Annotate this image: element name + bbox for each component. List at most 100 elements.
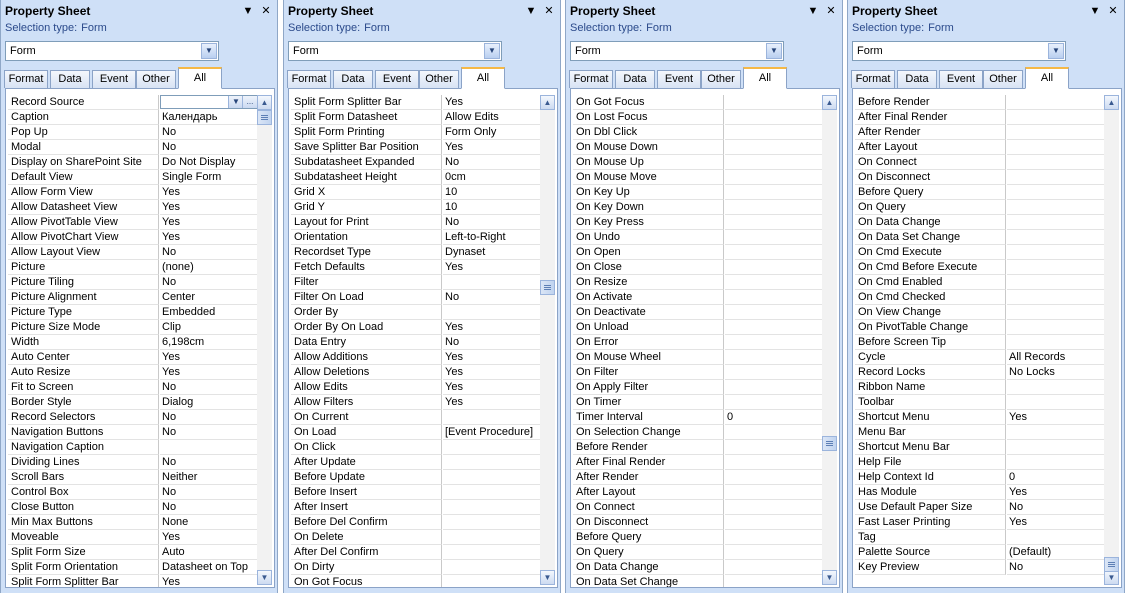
tab-data[interactable]: Data bbox=[333, 70, 373, 88]
property-row[interactable]: Allow PivotChart View Yes bbox=[8, 230, 258, 245]
close-icon[interactable]: ✕ bbox=[542, 4, 556, 18]
property-value[interactable] bbox=[1007, 110, 1105, 125]
property-value[interactable] bbox=[725, 110, 823, 125]
property-row[interactable]: Picture Type Embedded bbox=[8, 305, 258, 320]
object-selector-combo[interactable]: Form ▼ bbox=[5, 41, 219, 61]
vertical-scrollbar[interactable]: ▲ ▼ bbox=[822, 95, 837, 585]
property-value[interactable] bbox=[443, 500, 541, 515]
property-value[interactable] bbox=[1007, 455, 1105, 470]
property-value[interactable]: No bbox=[160, 485, 258, 500]
property-value[interactable]: Yes bbox=[443, 350, 541, 365]
property-row[interactable]: Default View Single Form bbox=[8, 170, 258, 185]
property-value[interactable] bbox=[725, 170, 823, 185]
property-row[interactable]: Allow Deletions Yes bbox=[291, 365, 541, 380]
property-row[interactable]: Modal No bbox=[8, 140, 258, 155]
property-value[interactable] bbox=[1007, 230, 1105, 245]
property-value[interactable] bbox=[160, 440, 258, 455]
property-value[interactable] bbox=[725, 515, 823, 530]
property-row[interactable]: Order By On Load Yes bbox=[291, 320, 541, 335]
property-value[interactable] bbox=[443, 440, 541, 455]
property-row[interactable]: Border Style Dialog bbox=[8, 395, 258, 410]
property-value[interactable]: Datasheet on Top bbox=[160, 560, 258, 575]
property-value[interactable]: Yes bbox=[1007, 410, 1105, 425]
property-value[interactable] bbox=[725, 320, 823, 335]
property-row[interactable]: Record Source ▼... bbox=[8, 95, 258, 110]
scroll-up-icon[interactable]: ▲ bbox=[1104, 95, 1119, 110]
property-value[interactable]: Auto bbox=[160, 545, 258, 560]
property-value[interactable] bbox=[725, 500, 823, 515]
property-row[interactable]: Fit to Screen No bbox=[8, 380, 258, 395]
property-value[interactable] bbox=[443, 470, 541, 485]
property-value[interactable] bbox=[725, 125, 823, 140]
property-value[interactable]: Yes bbox=[1007, 485, 1105, 500]
property-value[interactable]: Single Form bbox=[160, 170, 258, 185]
property-row[interactable]: Allow Layout View No bbox=[8, 245, 258, 260]
property-value[interactable] bbox=[725, 230, 823, 245]
property-row[interactable]: On Mouse Wheel bbox=[573, 350, 823, 365]
property-value[interactable] bbox=[725, 290, 823, 305]
property-value[interactable]: 10 bbox=[443, 185, 541, 200]
scroll-thumb[interactable] bbox=[1104, 557, 1119, 572]
scroll-down-icon[interactable]: ▼ bbox=[822, 570, 837, 585]
scroll-up-icon[interactable]: ▲ bbox=[540, 95, 555, 110]
property-row[interactable]: Picture Size Mode Clip bbox=[8, 320, 258, 335]
vertical-scrollbar[interactable]: ▲ ▼ bbox=[257, 95, 272, 585]
property-row[interactable]: Split Form Splitter Bar Yes bbox=[291, 95, 541, 110]
property-row[interactable]: Key Preview No bbox=[855, 560, 1105, 575]
tab-event[interactable]: Event bbox=[657, 70, 701, 88]
property-value[interactable]: No bbox=[443, 335, 541, 350]
property-row[interactable]: Caption Календарь bbox=[8, 110, 258, 125]
property-row[interactable]: Allow PivotTable View Yes bbox=[8, 215, 258, 230]
property-row[interactable]: On Mouse Down bbox=[573, 140, 823, 155]
property-value[interactable] bbox=[725, 215, 823, 230]
property-value[interactable]: Yes bbox=[160, 185, 258, 200]
property-row[interactable]: Filter On Load No bbox=[291, 290, 541, 305]
property-row[interactable]: On Error bbox=[573, 335, 823, 350]
property-row[interactable]: Navigation Caption bbox=[8, 440, 258, 455]
property-row[interactable]: Grid X 10 bbox=[291, 185, 541, 200]
property-row[interactable]: Shortcut Menu Yes bbox=[855, 410, 1105, 425]
property-value[interactable]: No Locks bbox=[1007, 365, 1105, 380]
property-value[interactable]: Form Only bbox=[443, 125, 541, 140]
property-row[interactable]: After Render bbox=[573, 470, 823, 485]
property-value[interactable] bbox=[725, 140, 823, 155]
property-value[interactable] bbox=[725, 440, 823, 455]
property-value[interactable] bbox=[725, 425, 823, 440]
property-value[interactable] bbox=[725, 155, 823, 170]
property-value[interactable]: Yes bbox=[443, 95, 541, 110]
property-value[interactable] bbox=[725, 380, 823, 395]
property-value[interactable] bbox=[1007, 335, 1105, 350]
value-dropdown-icon[interactable]: ▼ bbox=[228, 96, 243, 108]
property-row[interactable]: Scroll Bars Neither bbox=[8, 470, 258, 485]
property-value[interactable] bbox=[725, 575, 823, 587]
property-row[interactable]: Data Entry No bbox=[291, 335, 541, 350]
property-value[interactable] bbox=[725, 545, 823, 560]
property-value[interactable] bbox=[443, 455, 541, 470]
property-value[interactable] bbox=[725, 395, 823, 410]
property-row[interactable]: On Query bbox=[855, 200, 1105, 215]
tab-data[interactable]: Data bbox=[50, 70, 90, 88]
property-row[interactable]: On Cmd Execute bbox=[855, 245, 1105, 260]
property-value[interactable]: Календарь bbox=[160, 110, 258, 125]
property-value[interactable] bbox=[725, 275, 823, 290]
property-value[interactable] bbox=[725, 260, 823, 275]
property-row[interactable]: Menu Bar bbox=[855, 425, 1105, 440]
property-value[interactable]: No bbox=[443, 215, 541, 230]
property-row[interactable]: Split Form Orientation Datasheet on Top bbox=[8, 560, 258, 575]
tab-event[interactable]: Event bbox=[92, 70, 136, 88]
property-row[interactable]: On Query bbox=[573, 545, 823, 560]
property-value[interactable]: No bbox=[160, 410, 258, 425]
property-value[interactable] bbox=[1007, 215, 1105, 230]
scroll-thumb[interactable] bbox=[257, 110, 272, 125]
property-row[interactable]: Navigation Buttons No bbox=[8, 425, 258, 440]
property-value[interactable]: All Records bbox=[1007, 350, 1105, 365]
chevron-down-icon[interactable]: ▼ bbox=[201, 43, 217, 59]
property-value[interactable] bbox=[443, 515, 541, 530]
property-row[interactable]: On Connect bbox=[855, 155, 1105, 170]
property-value[interactable]: Yes bbox=[160, 530, 258, 545]
property-row[interactable]: Allow Form View Yes bbox=[8, 185, 258, 200]
property-row[interactable]: Allow Filters Yes bbox=[291, 395, 541, 410]
property-value[interactable]: 0 bbox=[1007, 470, 1105, 485]
chevron-down-icon[interactable]: ▼ bbox=[484, 43, 500, 59]
property-row[interactable]: Before Screen Tip bbox=[855, 335, 1105, 350]
